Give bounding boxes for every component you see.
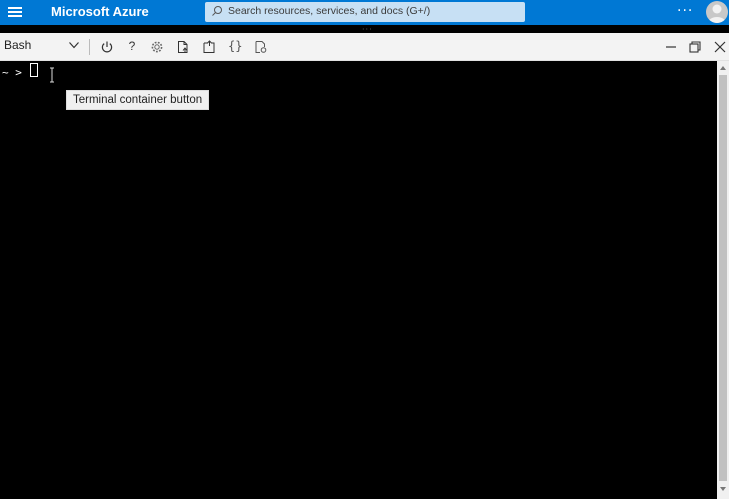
terminal-scrollbar[interactable] — [717, 61, 729, 499]
file-transfer-icon — [178, 41, 188, 53]
search-icon — [212, 6, 222, 16]
settings-button[interactable] — [150, 39, 164, 53]
avatar[interactable] — [706, 1, 728, 23]
editor-button[interactable]: {} — [228, 39, 242, 53]
brand-title[interactable]: Microsoft Azure — [51, 4, 149, 19]
shell-selector[interactable]: Bash — [4, 38, 82, 56]
minimize-icon — [666, 46, 676, 48]
power-icon — [101, 41, 113, 53]
terminal-container[interactable]: ~ > — [0, 61, 717, 499]
maximize-button[interactable] — [688, 39, 702, 53]
help-button[interactable]: ? — [125, 39, 139, 53]
more-options-icon[interactable]: ··· — [677, 3, 693, 19]
shell-selector-value: Bash — [4, 38, 32, 52]
terminal-cursor — [30, 63, 38, 77]
minimize-button[interactable] — [664, 39, 678, 53]
scroll-thumb[interactable] — [719, 75, 727, 481]
hamburger-menu-icon[interactable] — [8, 5, 22, 19]
cloud-shell-toolbar: Bash ? {} — [0, 33, 729, 61]
gear-icon — [151, 41, 163, 53]
restore-icon — [689, 41, 701, 53]
chevron-down-icon — [69, 42, 79, 49]
scroll-up-icon[interactable] — [720, 66, 726, 70]
user-icon — [708, 4, 726, 23]
tooltip: Terminal container button — [66, 90, 210, 110]
help-icon: ? — [128, 39, 136, 53]
scroll-down-icon[interactable] — [720, 487, 726, 491]
web-preview-icon — [255, 41, 267, 53]
new-session-icon — [203, 40, 215, 53]
close-button[interactable] — [713, 39, 727, 53]
braces-icon: {} — [228, 39, 243, 53]
search-placeholder: Search resources, services, and docs (G+… — [228, 5, 431, 17]
toolbar-divider — [89, 39, 90, 55]
text-cursor-icon — [50, 67, 54, 83]
search-input[interactable]: Search resources, services, and docs (G+… — [205, 2, 525, 22]
close-icon — [714, 41, 726, 53]
terminal-prompt: ~ > — [2, 66, 22, 79]
azure-header: Microsoft Azure Search resources, servic… — [0, 0, 729, 25]
web-preview-button[interactable] — [254, 39, 268, 53]
open-new-session-button[interactable] — [202, 39, 216, 53]
upload-download-button[interactable] — [176, 39, 190, 53]
restart-power-button[interactable] — [100, 39, 114, 53]
